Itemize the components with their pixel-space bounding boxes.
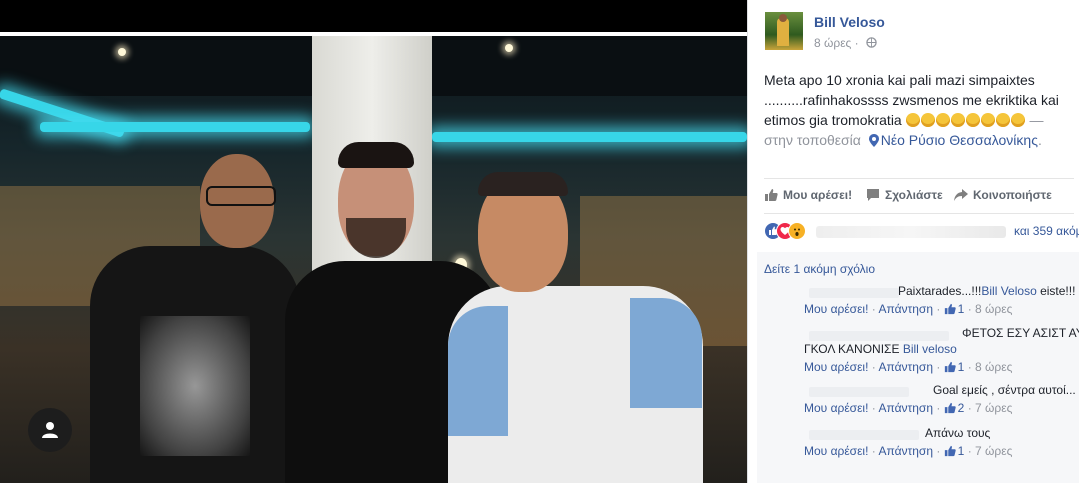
thumbs-up-icon bbox=[765, 189, 778, 201]
location-suffix: . bbox=[1037, 132, 1042, 148]
comment-button[interactable]: Σχολιάστε bbox=[866, 188, 943, 202]
comment-text: Απάνω τους bbox=[925, 426, 991, 440]
comment-reply-link[interactable]: Απάντηση bbox=[878, 302, 933, 316]
post-dash: — bbox=[1029, 112, 1044, 128]
reactions-summary[interactable]: και 359 ακόμη bbox=[764, 222, 1079, 242]
comment-meta: Μου αρέσει! · Απάντηση · 1 · 8 ώρες bbox=[804, 360, 1013, 374]
commenter-name-redacted bbox=[809, 430, 919, 440]
commenter-name-redacted bbox=[809, 331, 949, 341]
laughing-emoji-icon bbox=[1010, 113, 1025, 127]
comment-meta: Μου αρέσει! · Απάντηση · 1 · 8 ώρες bbox=[804, 302, 1013, 316]
share-icon bbox=[954, 189, 968, 201]
like-label: Μου αρέσει! bbox=[783, 188, 853, 202]
comment-like-link[interactable]: Μου αρέσει! bbox=[804, 302, 868, 316]
comment-mention[interactable]: Bill veloso bbox=[903, 342, 957, 356]
comment-text-line2: ΓΚΟΛ ΚΑΝΟΝΙΣΕ Bill veloso bbox=[804, 342, 957, 356]
commenter-name-redacted bbox=[809, 288, 899, 298]
comment-reply-link[interactable]: Απάντηση bbox=[878, 401, 933, 415]
photo-neon-strip bbox=[40, 122, 310, 132]
wow-reaction-icon bbox=[788, 222, 806, 240]
post-panel: Bill Veloso 8 ώρες · Meta apo 10 xronia … bbox=[747, 0, 1079, 483]
share-button[interactable]: Κοινοποιήστε bbox=[954, 188, 1052, 202]
commenter-name-redacted bbox=[809, 387, 909, 397]
thumbs-up-icon bbox=[944, 402, 956, 414]
avatar-figure-head bbox=[779, 14, 787, 22]
reaction-count[interactable]: και 359 ακόμη bbox=[1014, 224, 1079, 238]
thumbs-up-icon bbox=[944, 303, 956, 315]
laughing-emoji-icon bbox=[905, 113, 920, 127]
laughing-emoji-icon bbox=[980, 113, 995, 127]
viewer-user-button[interactable] bbox=[28, 408, 72, 452]
share-label: Κοινοποιήστε bbox=[973, 188, 1052, 202]
author-name[interactable]: Bill Veloso bbox=[814, 14, 885, 30]
comment-time[interactable]: 8 ώρες bbox=[975, 302, 1012, 316]
location-pin-icon bbox=[868, 134, 879, 147]
avatar-figure bbox=[777, 18, 789, 46]
comment-like-link[interactable]: Μου αρέσει! bbox=[804, 360, 868, 374]
comment-text: Paixtarades...!!!Bill Veloso eiste!!! bbox=[898, 284, 1076, 298]
reaction-names-redacted bbox=[816, 226, 1006, 238]
laughing-emoji-icon bbox=[920, 113, 935, 127]
comment-text-line1: ΦΕΤΟΣ ΕΣΥ ΑΣΙΣΤ ΑΥΤΟΣ bbox=[962, 326, 1079, 340]
comment-time[interactable]: 7 ώρες bbox=[975, 444, 1012, 458]
photo-viewer bbox=[0, 0, 747, 483]
comment-time[interactable]: 7 ώρες bbox=[975, 401, 1012, 415]
post-timestamp[interactable]: 8 ώρες · bbox=[814, 36, 877, 50]
location-prefix: στην τοποθεσία bbox=[764, 132, 861, 148]
laughing-emoji-icon bbox=[935, 113, 950, 127]
action-bar: Μου αρέσει! Σχολιάστε Κοινοποιήστε bbox=[764, 178, 1074, 214]
laughing-emoji-icon bbox=[950, 113, 965, 127]
thumbs-up-icon bbox=[944, 361, 956, 373]
emoji-row bbox=[905, 112, 1026, 128]
like-button[interactable]: Μου αρέσει! bbox=[764, 188, 852, 202]
post-photo[interactable] bbox=[0, 36, 747, 483]
comment-label: Σχολιάστε bbox=[885, 188, 943, 202]
user-icon bbox=[42, 422, 58, 438]
comments-section: Δείτε 1 ακόμη σχόλιο Paixtarades...!!!Bi… bbox=[757, 252, 1079, 483]
comment-like-link[interactable]: Μου αρέσει! bbox=[804, 401, 868, 415]
comment-meta: Μου αρέσει! · Απάντηση · 1 · 7 ώρες bbox=[804, 444, 1013, 458]
photo-light-1 bbox=[118, 48, 126, 56]
comment-meta: Μου αρέσει! · Απάντηση · 2 · 7 ώρες bbox=[804, 401, 1013, 415]
thumbs-up-icon bbox=[944, 445, 956, 457]
view-more-comments-link[interactable]: Δείτε 1 ακόμη σχόλιο bbox=[764, 262, 875, 276]
comment-like-link[interactable]: Μου αρέσει! bbox=[804, 444, 868, 458]
post-time-text: 8 ώρες bbox=[814, 36, 852, 50]
laughing-emoji-icon bbox=[965, 113, 980, 127]
comment-reply-link[interactable]: Απάντηση bbox=[878, 444, 933, 458]
photo-light-2 bbox=[505, 44, 513, 52]
comment-time[interactable]: 8 ώρες bbox=[975, 360, 1012, 374]
laughing-emoji-icon bbox=[995, 113, 1010, 127]
comment-icon bbox=[867, 189, 879, 201]
globe-icon bbox=[866, 37, 877, 48]
comment-text: Goal εμείς , σέντρα αυτοί... bbox=[933, 383, 1076, 397]
location-link[interactable]: Νέο Ρύσιο Θεσσαλονίκης bbox=[881, 132, 1038, 148]
comment-reply-link[interactable]: Απάντηση bbox=[878, 360, 933, 374]
comment-mention[interactable]: Bill Veloso bbox=[981, 284, 1036, 298]
author-avatar[interactable] bbox=[765, 12, 803, 50]
photo-neon-right bbox=[432, 132, 747, 142]
post-body: Meta apo 10 xronia kai pali mazi simpaix… bbox=[764, 70, 1072, 150]
